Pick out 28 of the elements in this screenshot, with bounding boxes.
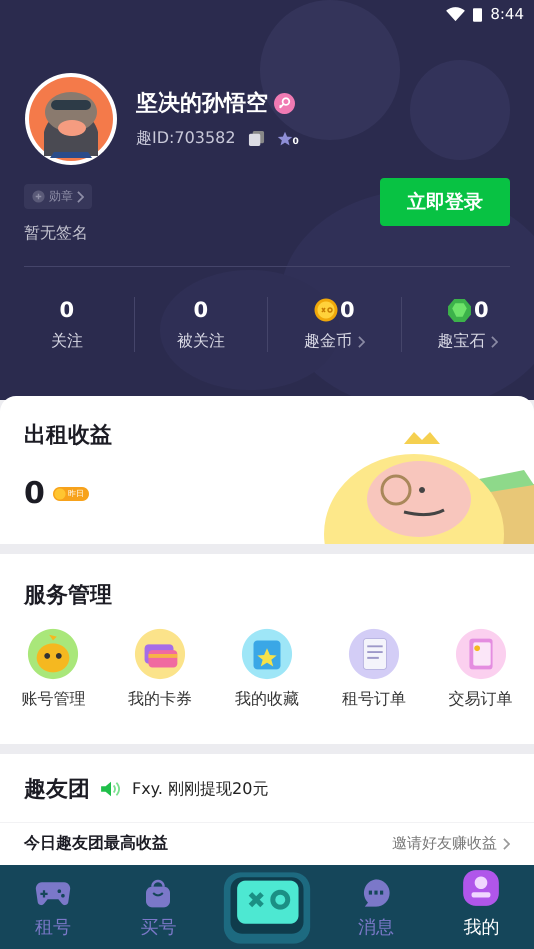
stat-value: 0 (474, 298, 489, 322)
service-item[interactable]: 交易订单 (427, 626, 534, 711)
stat-label[interactable]: 趣宝石 (437, 331, 486, 352)
yesterday-badge: 昨日 (52, 486, 89, 500)
star-count: 0 (292, 136, 299, 146)
stat-value: 0 (193, 298, 208, 322)
tab-item[interactable]: 我的 (428, 867, 534, 949)
user-name: 坚决的孙悟空 (136, 90, 268, 118)
section-title: 趣友团 (24, 776, 90, 804)
service-item[interactable]: 我的收藏 (214, 626, 320, 711)
status-time: 8:44 (490, 5, 524, 23)
signature-text: 暂无签名 (24, 223, 89, 244)
stat-label: 关注 (50, 331, 83, 352)
section-title: 服务管理 (24, 583, 112, 608)
stat-value: 0 (59, 298, 74, 322)
stat-value: 0 (340, 298, 355, 322)
service-item[interactable]: 账号管理 (0, 626, 107, 711)
notice-text: Fxy. 刚刚提现20元 (132, 778, 268, 800)
invite-link[interactable]: 邀请好友赚收益 (392, 834, 510, 853)
stat-label[interactable]: 趣金币 (304, 331, 352, 352)
service-item[interactable]: 租号订单 (320, 626, 428, 711)
stat-label: 被关注 (176, 331, 225, 352)
earnings-value: 0 (24, 476, 45, 511)
section-title: 出租收益 (24, 422, 112, 450)
medal-button[interactable]: 勋章 (24, 184, 92, 209)
user-id: 趣ID:703582 (136, 128, 236, 149)
earnings-highlight: 今日趣友团最高收益 (24, 833, 168, 854)
service-item[interactable]: 我的卡券 (106, 626, 214, 711)
